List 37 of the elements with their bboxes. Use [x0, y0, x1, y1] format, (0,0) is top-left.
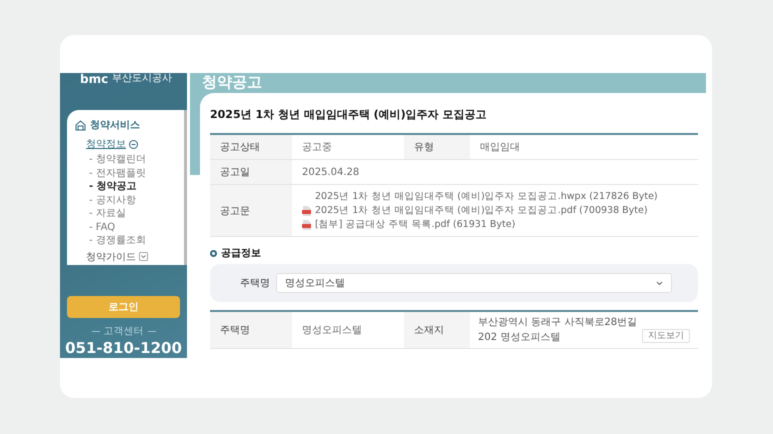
file-link[interactable]: 2025년 1차 청년 매입임대주택 (예비)입주자 모집공고.pdf (700938 Byte)	[315, 204, 648, 217]
phone-number: 051-810-1200	[64, 339, 183, 357]
pdf-file-icon	[302, 206, 311, 216]
circle-bullet-icon	[210, 250, 217, 256]
chevron-down-icon[interactable]	[139, 252, 148, 261]
table-header-cell: 유형	[404, 135, 470, 160]
page-title: 청약공고	[201, 73, 263, 93]
chevron-down-icon	[656, 280, 663, 286]
section-heading: 공급정보	[221, 247, 261, 260]
file-link[interactable]: [첨부] 공급대상 주택 목록.pdf (61931 Byte)	[315, 218, 516, 231]
support-label: 고객센터	[104, 325, 144, 338]
menu-group[interactable]: 청약가이드	[86, 250, 136, 264]
table-header-cell: 공고상태	[210, 135, 292, 160]
table-header-cell: 주택명	[210, 312, 292, 349]
filter-label: 주택명	[240, 277, 270, 290]
logo-text: 부산도시공사	[112, 73, 172, 85]
house-icon	[75, 120, 86, 130]
house-select[interactable]: 명성오피스텔	[276, 273, 672, 293]
logo-mark: bmc	[80, 73, 108, 85]
menu-item[interactable]: - 청약캘린더	[89, 153, 178, 166]
file-link[interactable]: 2025년 1차 청년 매입임대주택 (예비)입주자 모집공고.hwpx (217826 Byte)	[315, 190, 658, 203]
pdf-file-icon	[302, 220, 311, 230]
section-title: 청약서비스	[90, 119, 140, 132]
menu-group[interactable]: 청약정보	[86, 137, 126, 151]
menu-item[interactable]: - FAQ	[89, 220, 178, 234]
menu-item[interactable]: - 경쟁률조회	[89, 234, 178, 248]
address-text: 부산광역시 동래구 사직북로28번길 202 명성오피스텔	[478, 316, 638, 345]
table-header-cell: 공고일	[210, 160, 292, 185]
menu-item[interactable]: - 공지사항	[89, 194, 178, 207]
table-header-cell: 소재지	[404, 312, 470, 349]
notice-title: 2025년 1차 청년 매입임대주택 (예비)입주자 모집공고	[210, 107, 488, 122]
table-header-cell: 공고문	[210, 185, 292, 237]
map-button[interactable]: 지도보기	[642, 329, 690, 343]
menu-item[interactable]: - 자료실	[89, 207, 178, 220]
collapse-icon[interactable]	[129, 140, 138, 148]
menu-item[interactable]: - 청약공고	[89, 180, 178, 194]
menu-item[interactable]: - 전자팸플릿	[89, 166, 178, 180]
